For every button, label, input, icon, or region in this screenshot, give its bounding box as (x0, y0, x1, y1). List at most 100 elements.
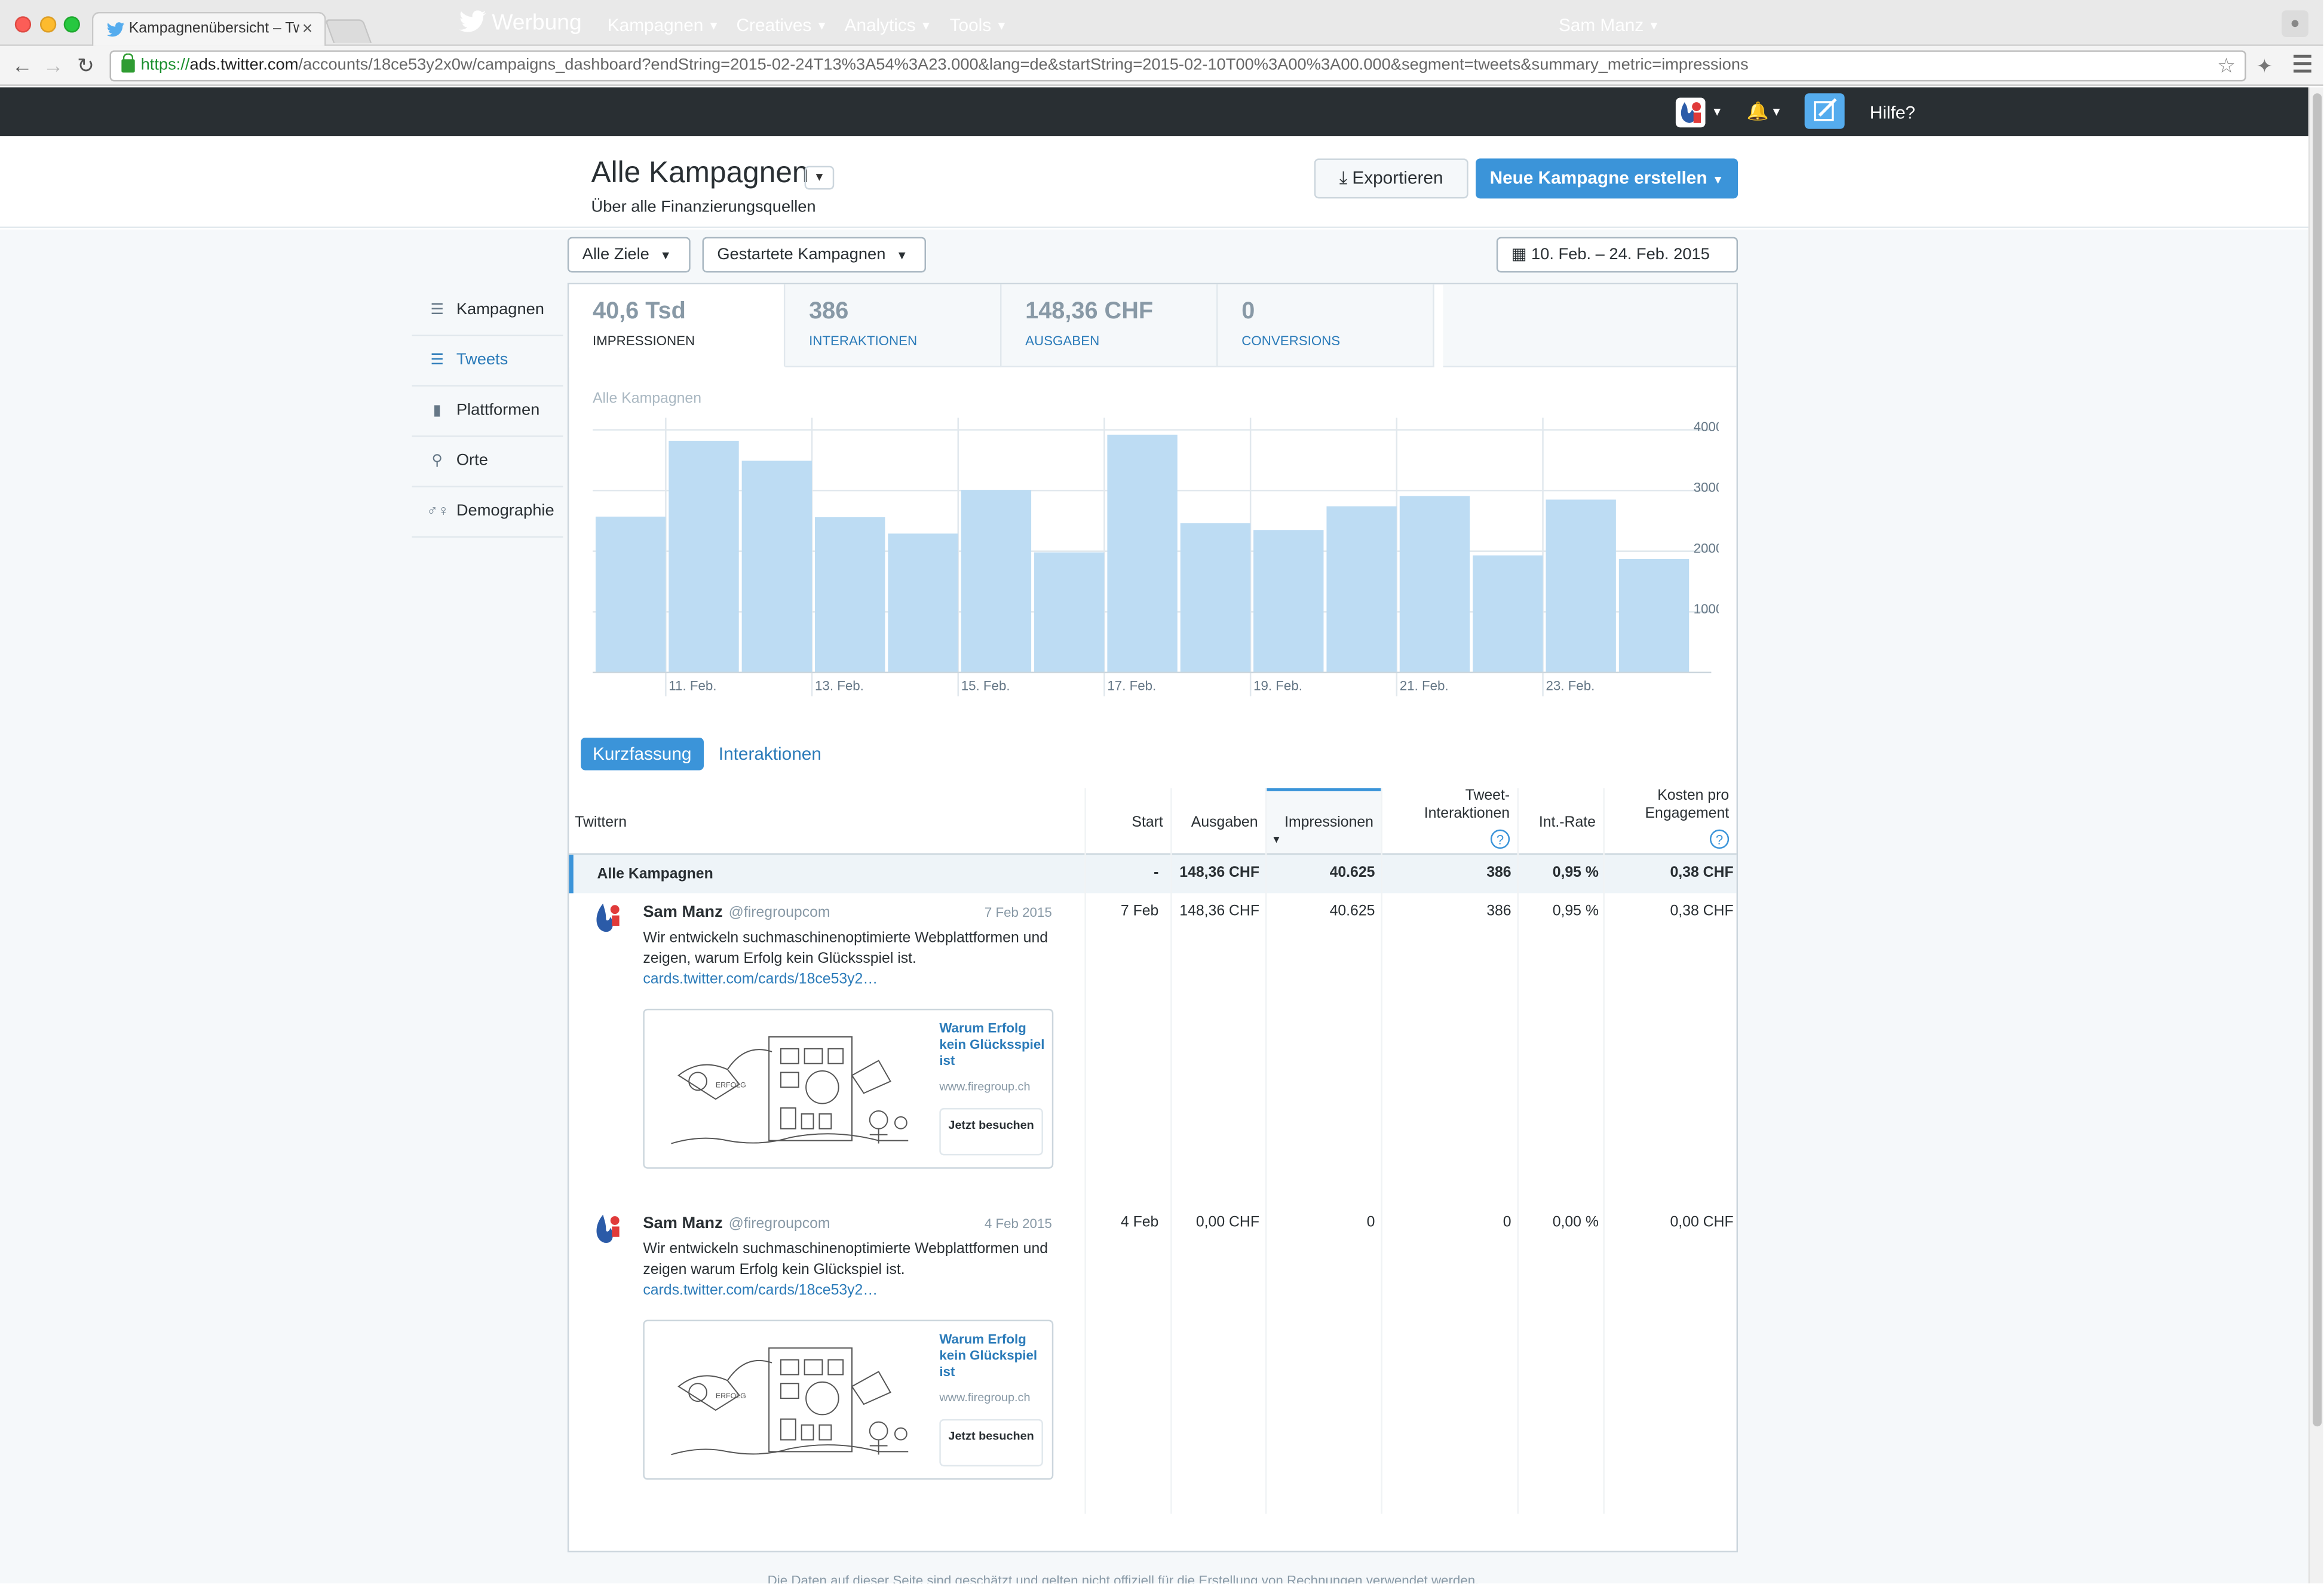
help-question-icon[interactable]: ? (1709, 829, 1730, 849)
column-header-tweet[interactable]: Twittern (569, 788, 1084, 853)
chevron-down-icon: ▼ (1712, 173, 1724, 187)
card-visit-button[interactable]: Jetzt besuchen (939, 1419, 1043, 1467)
sidebar-item-demographie[interactable]: ♂♀ Demographie (412, 487, 563, 538)
chevron-down-icon: ▼ (1648, 19, 1660, 33)
reload-icon[interactable]: ↻ (77, 53, 94, 77)
help-link[interactable]: Hilfe? (1870, 102, 1915, 123)
chart-bar[interactable] (1546, 499, 1616, 673)
column-header-spend[interactable]: Ausgaben (1170, 788, 1265, 853)
brand-logo[interactable]: Werbung (459, 10, 582, 36)
metric-tab-spend[interactable]: 148,36 CHF AUSGABEN (1001, 284, 1218, 368)
new-campaign-button[interactable]: Neue Kampagne erstellen ▼ (1476, 158, 1739, 199)
website-card[interactable]: ERFOLG Warum Erfolg kein Glückspiel ist … (643, 1319, 1054, 1480)
row-rate: 0,95 % (1552, 903, 1599, 920)
chart-bar[interactable] (741, 461, 813, 673)
browser-menu-icon[interactable] (2294, 54, 2311, 77)
sidebar-item-tweets[interactable]: ☰ Tweets (412, 336, 563, 387)
column-header-impressions[interactable]: Impressionen ▼ (1265, 788, 1381, 854)
scrollbar-thumb[interactable] (2313, 93, 2322, 1427)
tab-interaktionen[interactable]: Interaktionen (707, 738, 833, 770)
chevron-down-icon: ▼ (813, 170, 826, 184)
chart-bar[interactable] (815, 517, 885, 673)
goals-filter-dropdown[interactable]: Alle Ziele ▼ (567, 237, 691, 273)
sidebar-item-orte[interactable]: ⚲ Orte (412, 437, 563, 487)
help-question-icon[interactable]: ? (1490, 829, 1510, 849)
chart-bar[interactable] (1180, 523, 1251, 673)
chart-bar[interactable] (1034, 552, 1105, 673)
column-header-label: Int.-Rate (1538, 815, 1596, 831)
card-title[interactable]: Warum Erfolg kein Glücksspiel ist (939, 1021, 1046, 1070)
minimize-window-button[interactable] (39, 16, 57, 33)
url-text[interactable]: https://ads.twitter.com/accounts/18ce53y… (141, 56, 1749, 74)
x-tick-label: 19. Feb. (1253, 679, 1302, 693)
metric-tab-conversions[interactable]: 0 CONVERSIONS (1218, 284, 1434, 368)
metric-tab-impressions[interactable]: 40,6 Tsd IMPRESSIONEN (569, 284, 786, 368)
tweet-card-link[interactable]: cards.twitter.com/cards/18ce53y2… (643, 1283, 878, 1299)
export-button[interactable]: ⤓ Exportieren (1314, 158, 1468, 199)
metric-tab-engagements[interactable]: 386 INTERAKTIONEN (785, 284, 1002, 368)
card-title[interactable]: Warum Erfolg kein Glückspiel ist (939, 1332, 1046, 1381)
compose-tweet-button[interactable] (1804, 93, 1845, 129)
tweet-author[interactable]: Sam Manz @firegroupcom (643, 904, 830, 922)
pin-icon: ⚲ (431, 453, 443, 470)
user-menu[interactable]: Sam Manz ▼ (1559, 15, 1660, 36)
browser-toolbar: ← → ↻ https://ads.twitter.com/accounts/1… (0, 45, 2323, 86)
chart-title: Alle Kampagnen (593, 391, 702, 407)
chart-bar[interactable] (1107, 434, 1178, 673)
account-avatar-icon[interactable] (1675, 97, 1706, 128)
page-scrollbar[interactable] (2308, 87, 2323, 1584)
sidebar-item-plattformen[interactable]: ▮ Plattformen (412, 386, 563, 437)
nav-analytics[interactable]: Analytics ▼ (845, 15, 932, 36)
column-header-rate[interactable]: Int.-Rate (1517, 788, 1604, 853)
chart-bar[interactable] (1473, 555, 1543, 673)
download-icon: ⤓ (1339, 167, 1348, 188)
extension-icon[interactable]: ✦ (2256, 55, 2273, 79)
chart-bar[interactable] (1618, 558, 1690, 673)
twitter-bird-icon (106, 22, 125, 37)
chart-bar[interactable] (669, 440, 739, 673)
chevron-down-icon[interactable]: ▼ (1771, 105, 1783, 118)
chart-bar[interactable] (1326, 506, 1397, 673)
x-tick-label: 21. Feb. (1400, 679, 1449, 693)
chart-bar[interactable] (1399, 496, 1470, 673)
tab-kurzfassung[interactable]: Kurzfassung (581, 738, 704, 770)
tweet-card-link[interactable]: cards.twitter.com/cards/18ce53y2… (643, 972, 878, 988)
browser-profile-icon[interactable]: ● (2282, 10, 2308, 37)
column-divider (1265, 788, 1267, 1514)
column-header-start[interactable]: Start (1084, 788, 1170, 853)
tweet-date: 7 Feb 2015 (984, 905, 1052, 920)
nav-creatives[interactable]: Creatives ▼ (737, 15, 828, 36)
tweet-author-avatar (596, 903, 620, 932)
sidebar-item-kampagnen[interactable]: ☰ Kampagnen (412, 286, 563, 336)
lock-icon (121, 53, 135, 73)
nav-tools[interactable]: Tools ▼ (950, 15, 1008, 36)
column-header-engagements[interactable]: Tweet- Interaktionen? (1381, 788, 1517, 853)
metric-tabs-filler (1443, 284, 1737, 368)
nav-kampagnen[interactable]: Kampagnen ▼ (608, 15, 720, 36)
chart-bar[interactable] (888, 533, 958, 673)
column-header-cpe[interactable]: Kosten pro Engagement? (1603, 788, 1736, 853)
notification-bell-icon[interactable]: 🔔 (1747, 101, 1769, 122)
zoom-window-button[interactable] (63, 16, 80, 33)
browser-tab[interactable]: Kampagnenübersicht – Tw × (91, 11, 326, 46)
sidebar-item-label: Demographie (456, 502, 554, 520)
new-tab-button[interactable] (324, 19, 372, 43)
campaign-scope-dropdown[interactable]: ▼ (804, 165, 835, 190)
address-bar[interactable]: https://ads.twitter.com/accounts/18ce53y… (109, 50, 2246, 82)
date-range-picker[interactable]: ▦ 10. Feb. – 24. Feb. 2015 ▼ (1496, 237, 1739, 295)
row-cpe: 0,38 CHF (1670, 903, 1734, 920)
website-card[interactable]: ERFOLG Warum Erfolg kein Glücksspiel ist… (643, 1008, 1054, 1169)
chart-bar[interactable] (961, 490, 1032, 673)
page-header (0, 136, 2308, 228)
tweet-author[interactable]: Sam Manz @firegroupcom (643, 1215, 830, 1233)
forward-arrow-icon[interactable]: → (43, 53, 64, 77)
close-window-button[interactable] (14, 16, 32, 33)
close-tab-icon[interactable]: × (302, 18, 312, 39)
chart-bar[interactable] (595, 516, 666, 673)
campaign-status-dropdown[interactable]: Gestartete Kampagnen ▼ (702, 237, 926, 273)
chevron-down-icon[interactable]: ▼ (1711, 105, 1723, 118)
back-arrow-icon[interactable]: ← (12, 53, 33, 77)
bookmark-star-icon[interactable]: ☆ (2217, 53, 2236, 78)
chart-bar[interactable] (1253, 530, 1324, 673)
card-visit-button[interactable]: Jetzt besuchen (939, 1108, 1043, 1156)
